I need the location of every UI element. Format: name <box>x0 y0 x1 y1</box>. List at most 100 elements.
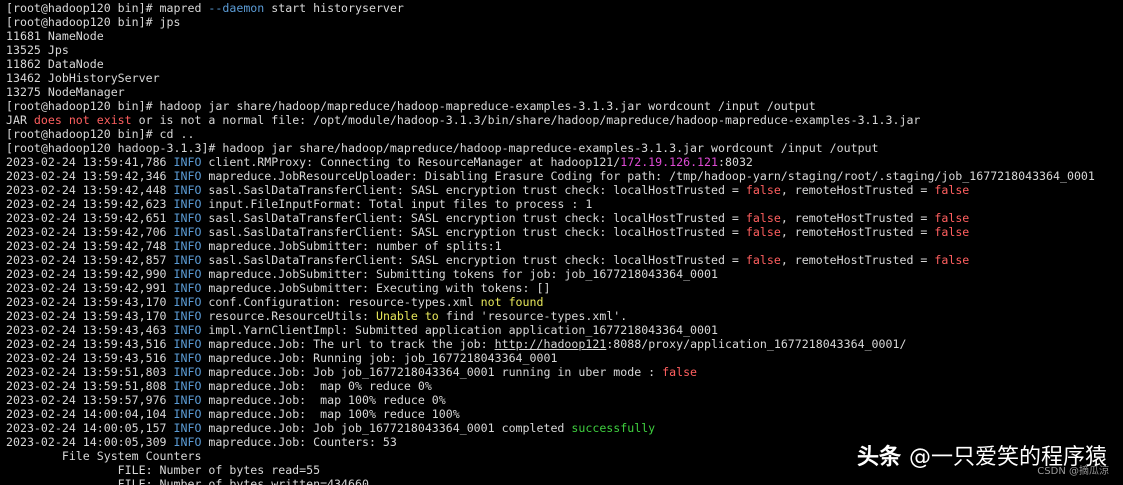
terminal-text: INFO <box>173 197 202 211</box>
terminal-line: [root@hadoop120 bin]# jps <box>6 15 1123 29</box>
terminal-text: INFO <box>173 253 202 267</box>
terminal-text: 2023-02-24 13:59:41,786 <box>6 155 174 169</box>
terminal-text: 2023-02-24 13:59:42,991 <box>6 281 174 295</box>
terminal-text: mapreduce.JobResourceUploader: Disabling… <box>201 169 1095 183</box>
terminal-text: 2023-02-24 13:59:42,346 <box>6 169 174 183</box>
terminal-line: 11862 DataNode <box>6 57 1123 71</box>
terminal-line: 2023-02-24 14:00:04,104 INFO mapreduce.J… <box>6 407 1123 421</box>
terminal-line: 13525 Jps <box>6 43 1123 57</box>
terminal-text: 2023-02-24 13:59:43,170 <box>6 295 174 309</box>
terminal-text: does not exist <box>33 113 132 127</box>
terminal-text: 2023-02-24 13:59:42,990 <box>6 267 174 281</box>
terminal-text: INFO <box>173 169 202 183</box>
terminal-text: INFO <box>173 435 202 449</box>
terminal-line: 2023-02-24 13:59:42,346 INFO mapreduce.J… <box>6 169 1123 183</box>
terminal-text: JAR <box>6 113 34 127</box>
terminal-text: false <box>934 183 970 197</box>
terminal-line: 2023-02-24 13:59:42,448 INFO sasl.SaslDa… <box>6 183 1123 197</box>
terminal-text: FILE: Number of bytes written=434660 <box>6 477 369 485</box>
terminal-text: mapreduce.JobSubmitter: Submitting token… <box>201 267 718 281</box>
terminal-text: false <box>745 225 781 239</box>
terminal-text: 13275 NodeManager <box>6 85 125 99</box>
terminal-text: INFO <box>173 379 202 393</box>
terminal-line: FILE: Number of bytes written=434660 <box>6 477 1123 485</box>
terminal-text: 2023-02-24 14:00:05,157 <box>6 421 174 435</box>
terminal-text: mapreduce.Job: map 100% reduce 100% <box>201 407 460 421</box>
terminal-line: [root@hadoop120 bin]# mapred --daemon st… <box>6 1 1123 15</box>
terminal-text: successfully <box>571 421 656 435</box>
terminal-text: false <box>934 225 970 239</box>
terminal-line: 2023-02-24 13:59:57,976 INFO mapreduce.J… <box>6 393 1123 407</box>
terminal-text: 2023-02-24 13:59:42,706 <box>6 225 174 239</box>
terminal-line: 2023-02-24 13:59:43,463 INFO impl.YarnCl… <box>6 323 1123 337</box>
terminal-line: 2023-02-24 13:59:51,808 INFO mapreduce.J… <box>6 379 1123 393</box>
terminal-text: false <box>662 365 698 379</box>
terminal-text: , remoteHostTrusted = <box>780 211 935 225</box>
terminal-text: 2023-02-24 13:59:43,170 <box>6 309 174 323</box>
terminal-text: 13525 Jps <box>6 43 69 57</box>
terminal-text: false <box>745 211 781 225</box>
terminal-text: INFO <box>173 407 202 421</box>
terminal-line: 2023-02-24 13:59:43,516 INFO mapreduce.J… <box>6 337 1123 351</box>
terminal-text: File System Counters <box>6 449 202 463</box>
terminal-text: :8088/proxy/application_1677218043364_00… <box>606 337 907 351</box>
terminal-text: mapreduce.Job: Job job_1677218043364_000… <box>201 365 663 379</box>
terminal-text: mapreduce.Job: The url to track the job: <box>201 337 495 351</box>
terminal-text: or is not a normal file: /opt/module/had… <box>131 113 921 127</box>
terminal-text: 2023-02-24 14:00:04,104 <box>6 407 174 421</box>
terminal-text: conf.Configuration: resource-types.xml <box>201 295 481 309</box>
terminal-text: mapreduce.Job: map 100% reduce 0% <box>201 393 446 407</box>
terminal-text: 2023-02-24 13:59:43,463 <box>6 323 174 337</box>
terminal-text: --daemon <box>208 1 265 15</box>
terminal-text: INFO <box>173 393 202 407</box>
terminal-line: [root@hadoop120 hadoop-3.1.3]# hadoop ja… <box>6 141 1123 155</box>
terminal-text: client.RMProxy: Connecting to ResourceMa… <box>201 155 621 169</box>
terminal-text: mapreduce.Job: Counters: 53 <box>201 435 397 449</box>
job-tracking-link[interactable]: http://hadoop121 <box>495 337 607 351</box>
terminal-text: [root@hadoop120 bin]# cd .. <box>6 127 195 141</box>
terminal-line: 2023-02-24 13:59:42,991 INFO mapreduce.J… <box>6 281 1123 295</box>
terminal-text: 2023-02-24 13:59:43,516 <box>6 337 174 351</box>
terminal-text: find 'resource-types.xml'. <box>438 309 628 323</box>
terminal-text: [root@hadoop120 bin]# jps <box>6 15 181 29</box>
terminal-text: 2023-02-24 13:59:42,623 <box>6 197 174 211</box>
terminal-line: 2023-02-24 13:59:42,990 INFO mapreduce.J… <box>6 267 1123 281</box>
terminal-text: false <box>745 253 781 267</box>
terminal-text: false <box>934 211 970 225</box>
terminal-text: not found <box>480 295 544 309</box>
terminal-line: 2023-02-24 13:59:41,786 INFO client.RMPr… <box>6 155 1123 169</box>
terminal-text: sasl.SaslDataTransferClient: SASL encryp… <box>201 211 746 225</box>
terminal-line: 2023-02-24 13:59:43,516 INFO mapreduce.J… <box>6 351 1123 365</box>
terminal-text: INFO <box>173 225 202 239</box>
terminal-text: , remoteHostTrusted = <box>780 183 935 197</box>
terminal-text: 2023-02-24 13:59:51,808 <box>6 379 174 393</box>
terminal-text: INFO <box>173 281 202 295</box>
terminal-output: [root@hadoop120 bin]# mapred --daemon st… <box>6 1 1123 485</box>
terminal-text: Unable to <box>375 309 439 323</box>
terminal-line: 2023-02-24 13:59:42,748 INFO mapreduce.J… <box>6 239 1123 253</box>
terminal-line: 2023-02-24 13:59:43,170 INFO resource.Re… <box>6 309 1123 323</box>
terminal-text: sasl.SaslDataTransferClient: SASL encryp… <box>201 253 746 267</box>
terminal-text: false <box>934 253 970 267</box>
terminal-text: [root@hadoop120 bin]# hadoop jar share/h… <box>6 99 816 113</box>
terminal-text: false <box>745 183 781 197</box>
terminal-line: 2023-02-24 13:59:43,170 INFO conf.Config… <box>6 295 1123 309</box>
terminal-line: 2023-02-24 13:59:42,623 INFO input.FileI… <box>6 197 1123 211</box>
terminal-line: 13462 JobHistoryServer <box>6 71 1123 85</box>
terminal-line: [root@hadoop120 bin]# hadoop jar share/h… <box>6 99 1123 113</box>
terminal-text: impl.YarnClientImpl: Submitted applicati… <box>201 323 718 337</box>
terminal-text: 2023-02-24 14:00:05,309 <box>6 435 174 449</box>
terminal-window[interactable]: [root@hadoop120 bin]# mapred --daemon st… <box>0 0 1123 485</box>
terminal-text: INFO <box>173 295 202 309</box>
terminal-text: INFO <box>173 337 202 351</box>
terminal-text: :8032 <box>718 155 753 169</box>
terminal-line: 2023-02-24 13:59:42,857 INFO sasl.SaslDa… <box>6 253 1123 267</box>
watermark-brand: 头条 <box>856 445 901 470</box>
terminal-text: sasl.SaslDataTransferClient: SASL encryp… <box>201 225 746 239</box>
terminal-text: 2023-02-24 13:59:57,976 <box>6 393 174 407</box>
terminal-line: 2023-02-24 13:59:42,651 INFO sasl.SaslDa… <box>6 211 1123 225</box>
terminal-line: JAR does not exist or is not a normal fi… <box>6 113 1123 127</box>
terminal-text: , remoteHostTrusted = <box>780 225 935 239</box>
terminal-line: 2023-02-24 13:59:51,803 INFO mapreduce.J… <box>6 365 1123 379</box>
terminal-text: 172.19.126.121 <box>620 155 718 169</box>
